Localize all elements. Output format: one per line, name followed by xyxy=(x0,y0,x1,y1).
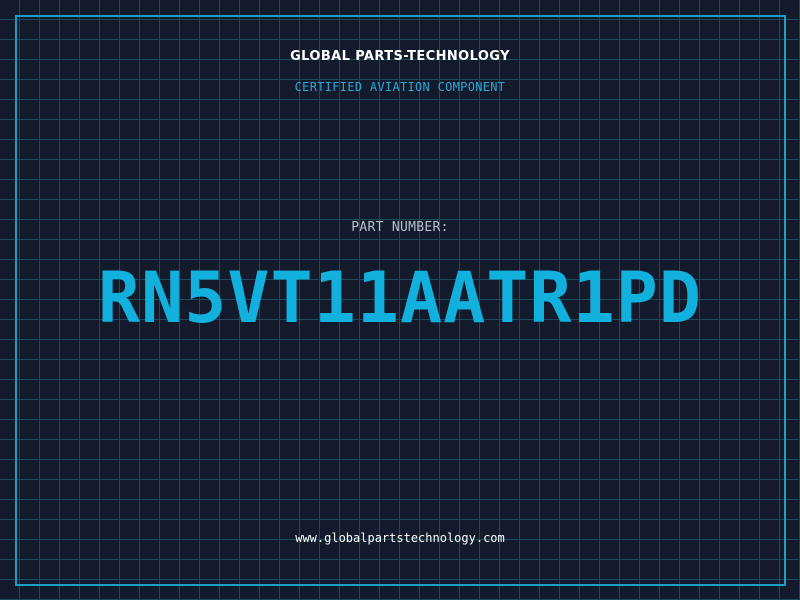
certificate-card: GLOBAL PARTS-TECHNOLOGY CERTIFIED AVIATI… xyxy=(0,0,800,600)
company-name: GLOBAL PARTS-TECHNOLOGY xyxy=(290,49,510,64)
part-number-value: RN5VT11AATR1PD xyxy=(97,257,702,339)
certification-subtitle: CERTIFIED AVIATION COMPONENT xyxy=(294,80,506,94)
website-url: www.globalpartstechnology.com xyxy=(295,531,505,545)
part-number-label: PART NUMBER: xyxy=(351,220,449,235)
